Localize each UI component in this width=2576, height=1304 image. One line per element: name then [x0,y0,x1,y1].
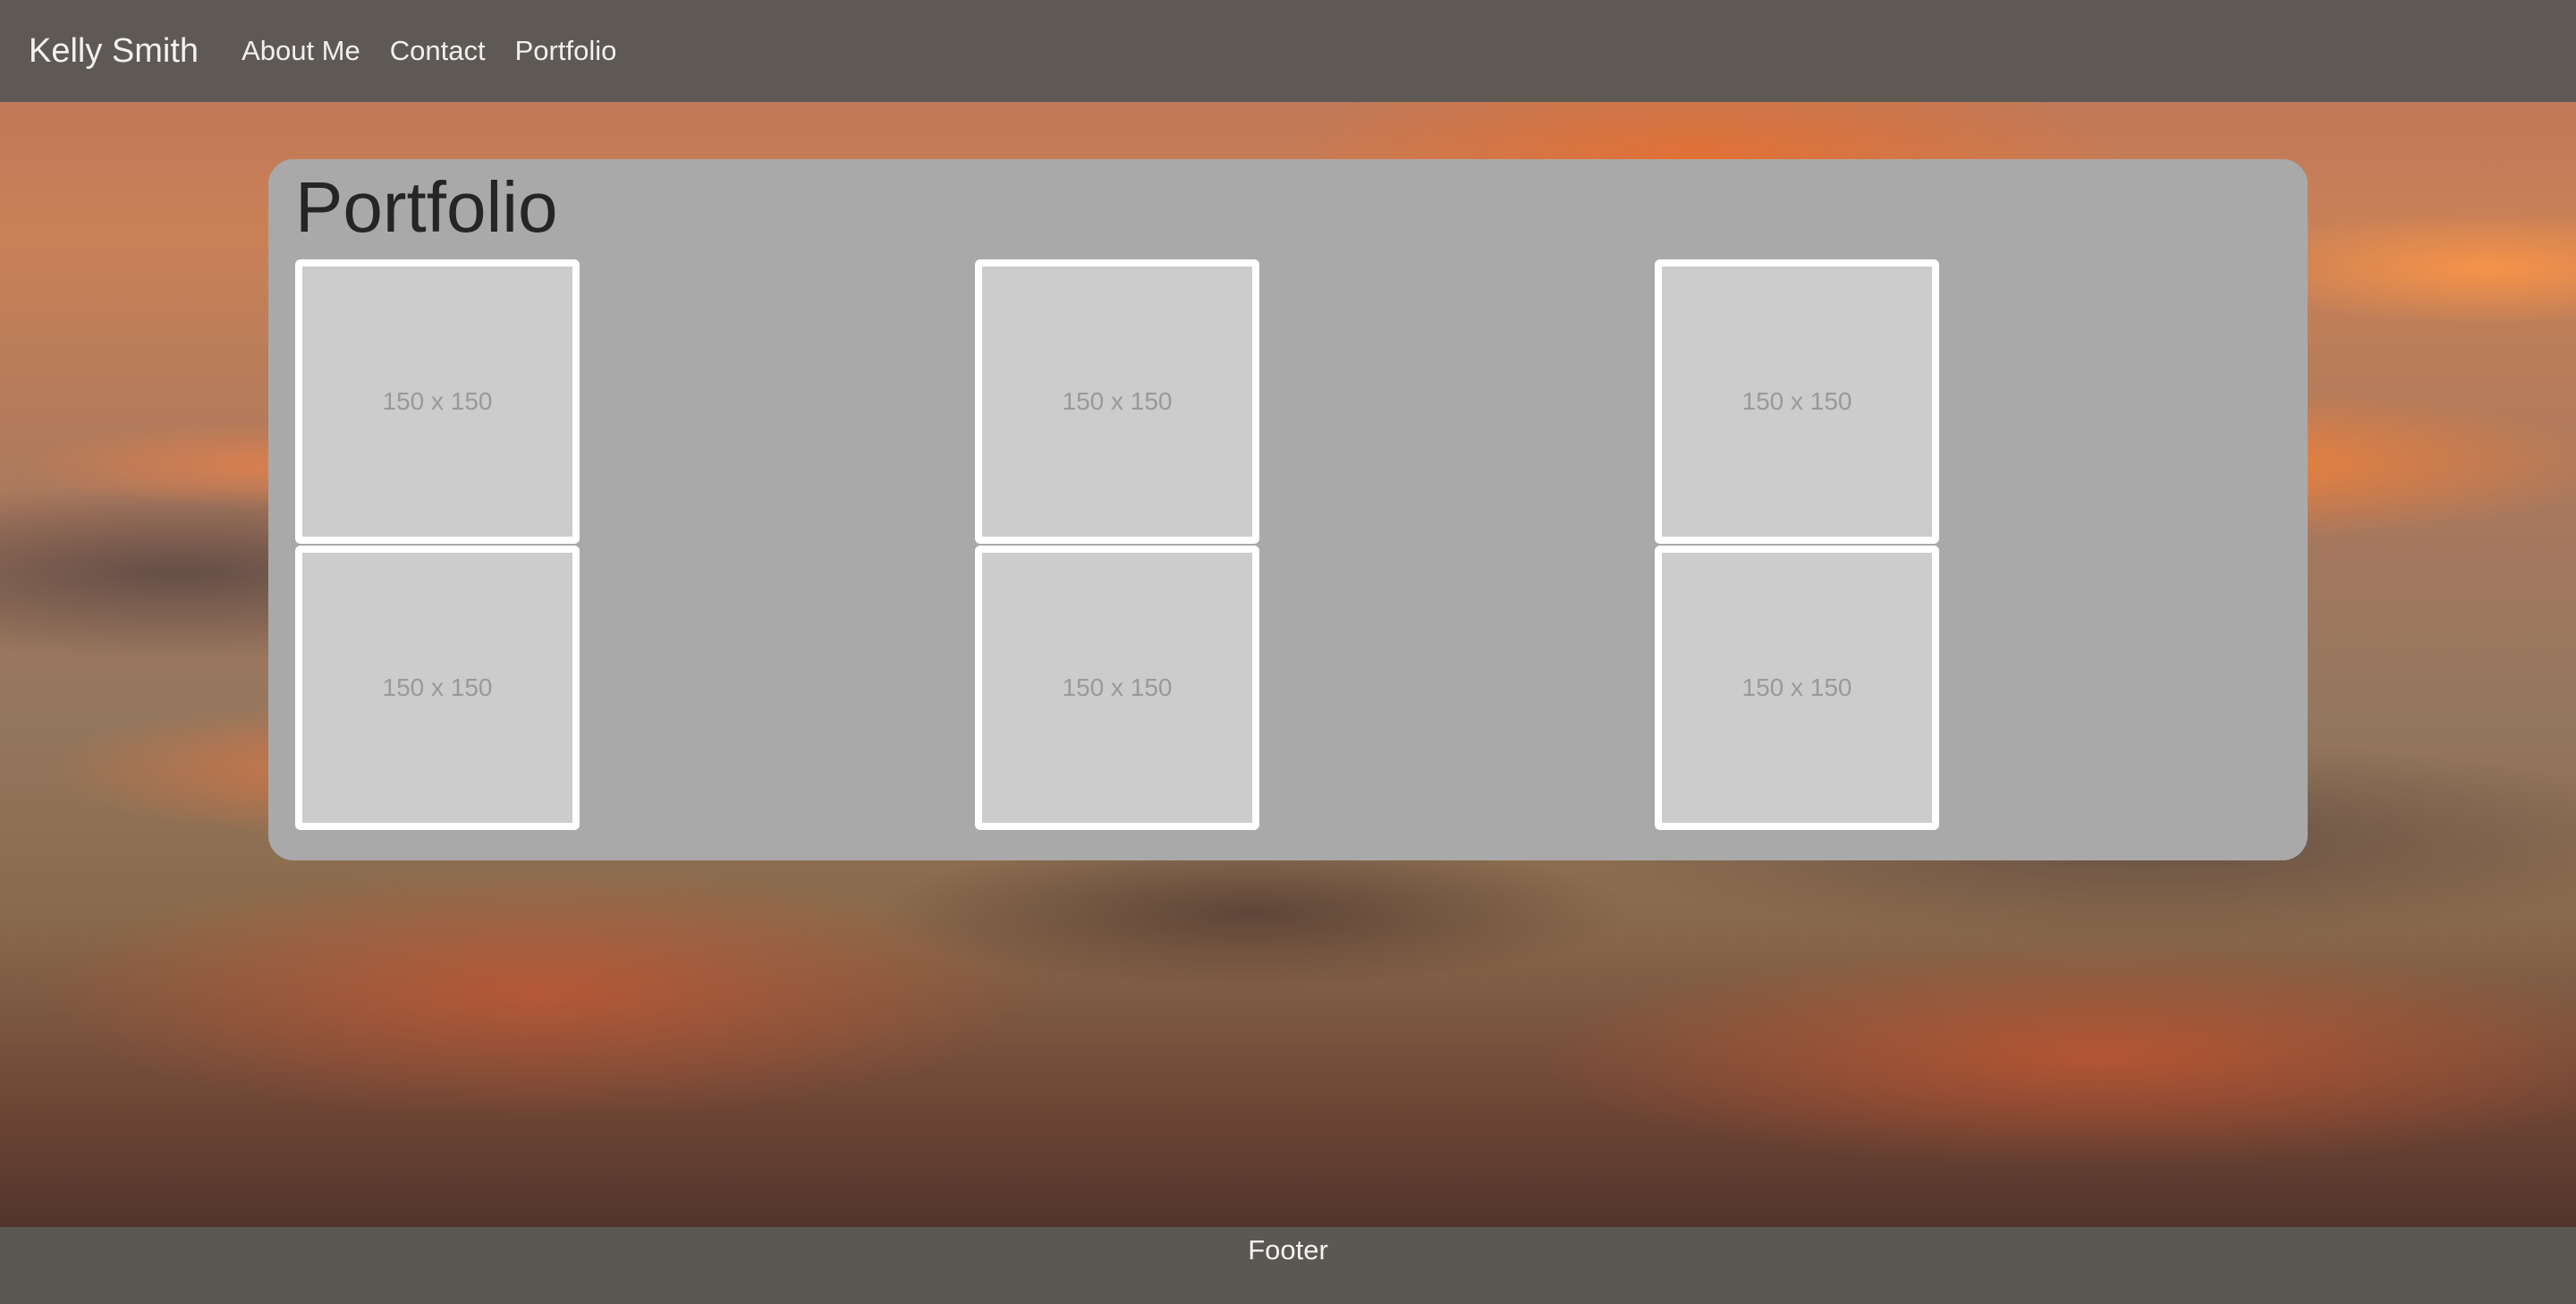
navbar: Kelly Smith About Me Contact Portfolio [0,0,2576,102]
footer-text: Footer [1248,1234,1328,1266]
portfolio-thumbnail[interactable]: 150 x 150 [295,259,580,544]
nav-link-contact[interactable]: Contact [390,35,486,67]
nav-link-about-me[interactable]: About Me [242,35,360,67]
page-title: Portfolio [295,167,558,247]
thumbnail-placeholder-label: 150 x 150 [302,267,572,537]
portfolio-thumbnail[interactable]: 150 x 150 [975,546,1259,830]
portfolio-thumbnail[interactable]: 150 x 150 [975,259,1259,544]
thumbnail-placeholder-label: 150 x 150 [982,267,1252,537]
portfolio-thumbnail[interactable]: 150 x 150 [1655,259,1939,544]
thumbnail-placeholder-label: 150 x 150 [1662,553,1932,823]
portfolio-panel: Portfolio 150 x 150 150 x 150 150 x 150 … [268,159,2308,860]
thumbnail-placeholder-label: 150 x 150 [982,553,1252,823]
brand-link[interactable]: Kelly Smith [29,32,199,71]
thumbnail-placeholder-label: 150 x 150 [1662,267,1932,537]
nav-link-portfolio[interactable]: Portfolio [515,35,617,67]
portfolio-thumbnail[interactable]: 150 x 150 [295,546,580,830]
footer: Footer [0,1227,2576,1304]
portfolio-thumbnail[interactable]: 150 x 150 [1655,546,1939,830]
thumbnail-placeholder-label: 150 x 150 [302,553,572,823]
